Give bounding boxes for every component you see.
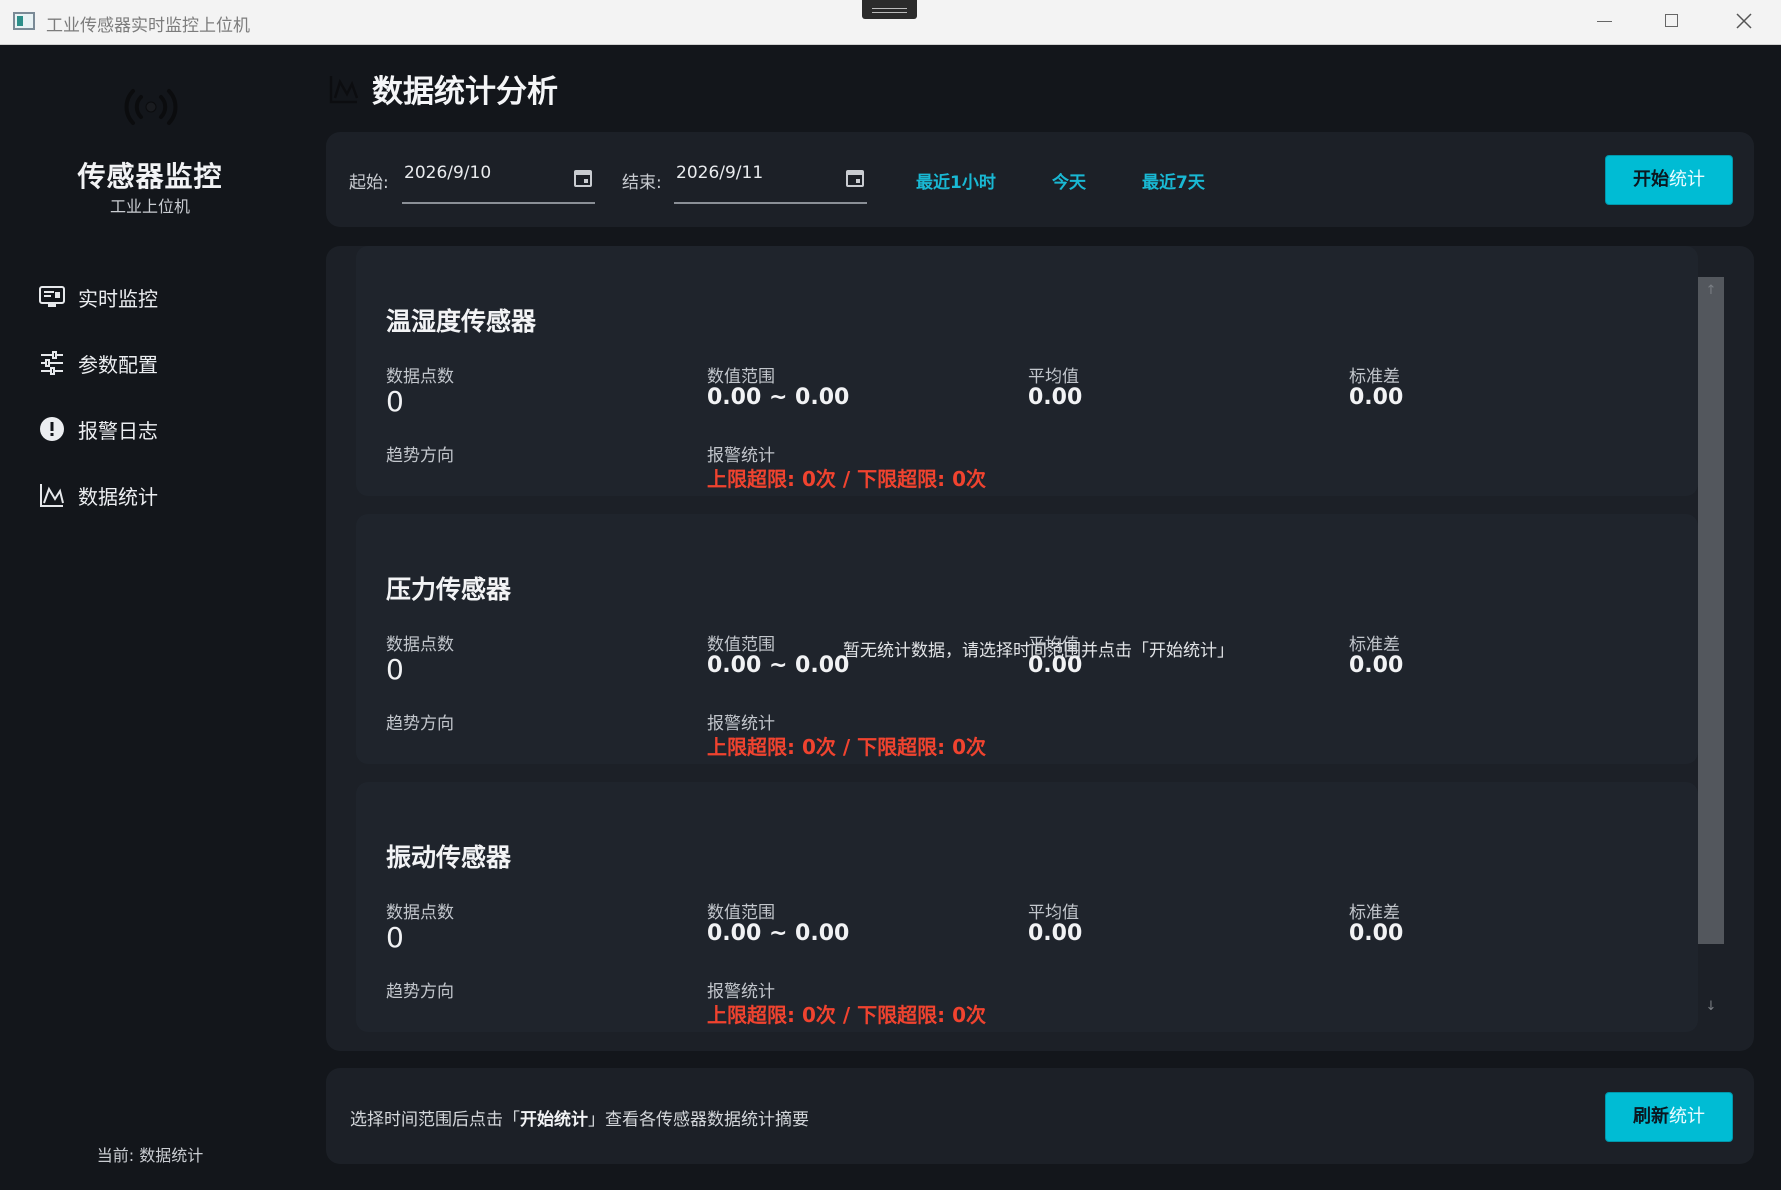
avg-value: 0.00 (1028, 385, 1083, 410)
sliders-icon (41, 351, 63, 375)
empty-state-message: 暂无统计数据，请选择时间范围并点击「开始统计」 (843, 641, 1234, 661)
sidebar-item-label: 报警日志 (78, 418, 158, 443)
start-date-value: 2026/9/10 (404, 163, 492, 183)
chart-icon (40, 484, 64, 507)
calendar-icon[interactable] (573, 168, 593, 188)
sidebar: 传感器监控 工业上位机 实时监控 参数配置 报警日志 数据统计 当前: 数据统计 (0, 45, 300, 1190)
minimize-button[interactable] (1582, 8, 1626, 34)
avg-label: 平均值 (1028, 903, 1079, 923)
sidebar-item-realtime[interactable]: 实时监控 (38, 277, 158, 317)
sidebar-item-statistics[interactable]: 数据统计 (38, 475, 158, 515)
sensor-title: 振动传感器 (386, 843, 512, 872)
avg-label: 平均值 (1028, 367, 1079, 387)
monitor-icon (39, 286, 65, 307)
button-label-light: 统计 (1669, 169, 1705, 190)
maximize-icon (1665, 14, 1678, 27)
hint-text: 选择时间范围后点击「开始统计」查看各传感器数据统计摘要 (350, 1105, 809, 1130)
scrollbar-thumb[interactable] (1698, 277, 1724, 944)
count-label: 数据点数 (386, 903, 454, 923)
start-date-field[interactable]: 2026/9/10 (402, 156, 595, 204)
range-label: 数值范围 (707, 635, 775, 655)
trend-label: 趋势方向 (386, 714, 454, 734)
page-title-text: 数据统计分析 (372, 74, 558, 110)
quick-range-last-hour[interactable]: 最近1小时 (916, 168, 996, 193)
range-value: 0.00 ~ 0.00 (707, 921, 850, 946)
count-label: 数据点数 (386, 635, 454, 655)
close-button[interactable] (1722, 8, 1766, 34)
end-date-label: 结束: (622, 173, 662, 193)
snap-grip[interactable] (862, 0, 917, 19)
trend-label: 趋势方向 (386, 982, 454, 1002)
hint-suffix: 」查看各传感器数据统计摘要 (588, 1110, 809, 1130)
range-label: 数值范围 (707, 367, 775, 387)
std-label: 标准差 (1349, 367, 1400, 387)
avg-value: 0.00 (1028, 921, 1083, 946)
scroll-up-icon[interactable]: ↑ (1703, 283, 1719, 299)
statistics-panel: 温湿度传感器 数据点数 0 数值范围 0.00 ~ 0.00 平均值 0.00 … (326, 246, 1754, 1051)
sensor-card-vibration: 振动传感器 数据点数 0 数值范围 0.00 ~ 0.00 平均值 0.00 标… (356, 782, 1698, 1032)
std-label: 标准差 (1349, 903, 1400, 923)
end-date-value: 2026/9/11 (676, 163, 764, 183)
page-title: 数据统计分析 (328, 66, 558, 111)
sensor-title: 温湿度传感器 (386, 307, 537, 336)
scroll-down-icon[interactable]: ↓ (1703, 999, 1719, 1015)
sidebar-item-label: 实时监控 (78, 286, 158, 311)
window-title: 工业传感器实时监控上位机 (46, 16, 250, 36)
quick-range-today[interactable]: 今天 (1052, 168, 1086, 193)
quick-range-last-7-days[interactable]: 最近7天 (1142, 168, 1205, 193)
end-date-field[interactable]: 2026/9/11 (674, 156, 867, 204)
close-icon (1736, 13, 1752, 29)
alarm-value: 上限超限: 0次 / 下限超限: 0次 (707, 467, 986, 491)
vertical-scrollbar[interactable]: ↑ ↓ (1698, 277, 1724, 1022)
range-value: 0.00 ~ 0.00 (707, 385, 850, 410)
refresh-statistics-button[interactable]: 刷新统计 (1605, 1092, 1733, 1142)
hint-prefix: 选择时间范围后点击「 (350, 1110, 520, 1130)
sidebar-item-label: 参数配置 (78, 352, 158, 377)
std-value: 0.00 (1349, 921, 1404, 946)
trend-label: 趋势方向 (386, 446, 454, 466)
std-label: 标准差 (1349, 635, 1400, 655)
summary-hint-panel: 选择时间范围后点击「开始统计」查看各传感器数据统计摘要 刷新统计 (326, 1068, 1754, 1164)
button-label-bold: 刷新 (1633, 1106, 1669, 1127)
sensor-card-temperature-humidity: 温湿度传感器 数据点数 0 数值范围 0.00 ~ 0.00 平均值 0.00 … (356, 246, 1698, 496)
range-value: 0.00 ~ 0.00 (707, 653, 850, 678)
brand-subtitle: 工业上位机 (109, 197, 190, 216)
broadcast-icon (124, 89, 178, 125)
hint-bold: 开始统计 (520, 1110, 588, 1130)
sensor-title: 压力传感器 (386, 575, 512, 604)
count-label: 数据点数 (386, 367, 454, 387)
button-label-bold: 开始 (1633, 169, 1669, 190)
count-value: 0 (386, 385, 404, 418)
sidebar-item-config[interactable]: 参数配置 (38, 343, 158, 383)
start-date-label: 起始: (349, 173, 389, 193)
start-statistics-button[interactable]: 开始统计 (1605, 155, 1733, 205)
std-value: 0.00 (1349, 653, 1404, 678)
app-icon (13, 12, 35, 30)
sidebar-item-alarm-log[interactable]: 报警日志 (38, 409, 158, 449)
maximize-button[interactable] (1650, 8, 1694, 34)
alarm-value: 上限超限: 0次 / 下限超限: 0次 (707, 1003, 986, 1027)
button-label-light: 统计 (1669, 1106, 1705, 1127)
alarm-value: 上限超限: 0次 / 下限超限: 0次 (707, 735, 986, 759)
calendar-icon[interactable] (845, 168, 865, 188)
minimize-icon (1597, 21, 1612, 22)
alert-icon (40, 417, 64, 441)
chart-icon (329, 75, 359, 103)
brand-title: 传感器监控 (77, 160, 223, 193)
window-titlebar: 工业传感器实时监控上位机 (0, 0, 1781, 45)
std-value: 0.00 (1349, 385, 1404, 410)
count-value: 0 (386, 653, 404, 686)
count-value: 0 (386, 921, 404, 954)
range-label: 数值范围 (707, 903, 775, 923)
filter-panel: 起始: 2026/9/10 结束: 2026/9/11 最近1小时 今天 最近7… (326, 132, 1754, 227)
current-page-status: 当前: 数据统计 (96, 1146, 204, 1165)
sidebar-item-label: 数据统计 (78, 484, 158, 509)
